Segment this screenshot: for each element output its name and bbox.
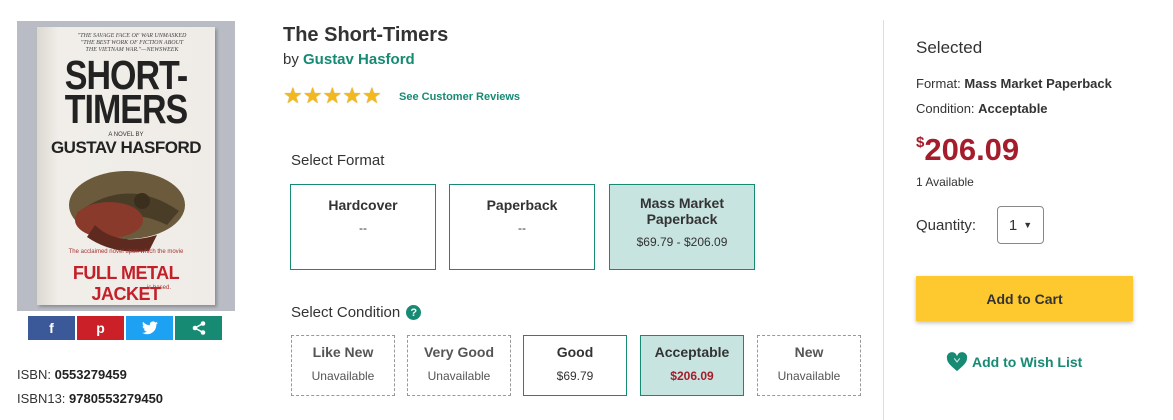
quantity-label: Quantity: — [916, 217, 977, 234]
facebook-icon: f — [49, 320, 54, 336]
cover-movie-title: FULL METAL JACKET — [72, 263, 180, 304]
condition-option-good[interactable]: Good $69.79 — [523, 335, 627, 396]
pinterest-icon: p — [96, 320, 105, 336]
isbn: ISBN: 0553279459 — [17, 367, 127, 382]
star-icon: ★ — [322, 83, 343, 108]
availability: 1 Available — [916, 175, 974, 189]
add-to-wish-list-link[interactable]: Add to Wish List — [946, 352, 1082, 372]
pinterest-share-button[interactable]: p — [77, 316, 124, 340]
isbn13: ISBN13: 9780553279450 — [17, 391, 164, 406]
format-option-mass-market-paperback[interactable]: Mass Market Paperback $69.79 - $206.09 — [609, 184, 755, 270]
condition-option-very-good[interactable]: Very Good Unavailable — [407, 335, 511, 396]
chevron-down-icon: ▼ — [1023, 220, 1033, 230]
selected-heading: Selected — [916, 38, 983, 57]
selected-format-value: Mass Market Paperback — [964, 76, 1112, 91]
star-icon: ★ — [302, 83, 323, 108]
see-customer-reviews-link[interactable]: See Customer Reviews — [399, 91, 520, 103]
cover-helmet-illustration — [69, 171, 185, 252]
twitter-icon — [141, 321, 158, 335]
share-icon — [192, 321, 205, 335]
byline: by Gustav Hasford — [283, 51, 415, 68]
select-format-label: Select Format — [291, 152, 385, 169]
format-option-hardcover[interactable]: Hardcover -- — [290, 184, 436, 270]
author-link[interactable]: Gustav Hasford — [303, 51, 415, 68]
product-title: The Short-Timers — [283, 24, 449, 46]
star-icon: ★ — [342, 83, 362, 108]
condition-option-new[interactable]: New Unavailable — [757, 335, 861, 396]
product-cover-image[interactable]: "THE SAVAGE FACE OF WAR UNMASKED "THE BE… — [17, 21, 235, 311]
price-amount: 206.09 — [924, 132, 1020, 167]
cover-blurb: The acclaimed novel upon which the movie — [68, 249, 184, 255]
heart-icon — [946, 352, 968, 372]
selected-condition-value: Acceptable — [978, 101, 1048, 116]
cover-tagline: "THE SAVAGE FACE OF WAR UNMASKED "THE BE… — [77, 33, 187, 53]
condition-option-like-new[interactable]: Like New Unavailable — [291, 335, 395, 396]
format-option-paperback[interactable]: Paperback -- — [449, 184, 595, 270]
share-bar: f p — [28, 316, 222, 340]
quantity-select[interactable]: 1 ▼ — [997, 206, 1044, 244]
selected-format: Format: Mass Market Paperback — [916, 76, 1112, 91]
star-icon: ★ — [283, 83, 303, 108]
book-cover: "THE SAVAGE FACE OF WAR UNMASKED "THE BE… — [37, 27, 215, 305]
facebook-share-button[interactable]: f — [28, 316, 75, 340]
help-icon[interactable]: ? — [406, 305, 422, 320]
select-condition-label: Select Condition ? — [291, 304, 422, 321]
selected-price: $206.09 — [916, 132, 1019, 168]
share-button[interactable] — [175, 316, 222, 340]
rating-stars[interactable]: ★ ★ ★ ★ ★ — [283, 85, 382, 107]
cover-based: is based. — [147, 285, 172, 291]
condition-option-acceptable[interactable]: Acceptable $206.09 — [640, 335, 744, 396]
twitter-share-button[interactable] — [126, 316, 173, 340]
cover-title-line2: TIMERS — [64, 87, 188, 133]
add-to-cart-button[interactable]: Add to Cart — [916, 276, 1133, 321]
isbn13-value: 9780553279450 — [69, 391, 164, 406]
currency-symbol: $ — [916, 134, 925, 151]
selected-condition: Condition: Acceptable — [916, 101, 1048, 116]
cover-author: GUSTAV HASFORD — [50, 138, 202, 157]
star-icon: ★ — [361, 83, 382, 108]
isbn-value: 0553279459 — [54, 367, 127, 382]
column-divider — [883, 20, 884, 420]
